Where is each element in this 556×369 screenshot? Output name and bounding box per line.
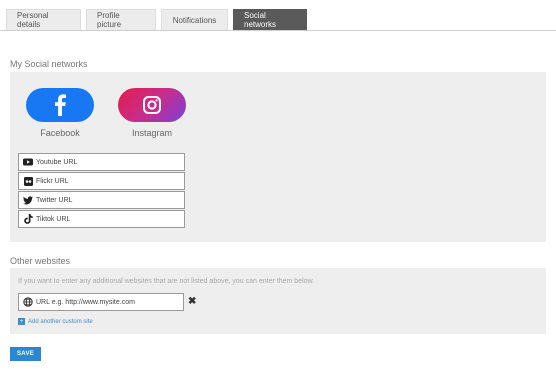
plus-icon: +: [18, 318, 25, 325]
youtube-icon: [23, 157, 33, 167]
tab-profile-picture[interactable]: Profile picture: [86, 9, 156, 31]
facebook-label: Facebook: [40, 128, 80, 138]
flickr-icon: [23, 176, 33, 186]
tab-divider: [0, 30, 556, 31]
tab-notifications[interactable]: Notifications: [161, 9, 228, 31]
youtube-url-field[interactable]: Youtube URL: [18, 153, 185, 171]
facebook-button[interactable]: [26, 88, 94, 122]
add-custom-site-label: Add another custom site: [28, 318, 93, 325]
remove-custom-site-icon[interactable]: ✖: [188, 296, 196, 307]
facebook-icon: [55, 94, 66, 116]
tiktok-icon: [23, 214, 33, 224]
twitter-url-field[interactable]: Twitter URL: [18, 191, 185, 209]
tab-social-networks[interactable]: Social networks: [233, 9, 307, 31]
flickr-url-placeholder: Flickr URL: [36, 177, 69, 185]
tiktok-url-field[interactable]: Tiktok URL: [18, 210, 185, 228]
twitter-icon: [23, 195, 33, 205]
custom-url-placeholder: URL e.g. http://www.mysite.com: [36, 298, 135, 306]
tab-personal-details[interactable]: Personal details: [6, 9, 81, 31]
instagram-icon: [143, 96, 161, 114]
social-section-title: My Social networks: [10, 59, 88, 69]
globe-icon: [23, 297, 33, 307]
instagram-label: Instagram: [131, 128, 173, 138]
tiktok-url-placeholder: Tiktok URL: [36, 215, 71, 223]
add-custom-site-link[interactable]: + Add another custom site: [18, 318, 93, 325]
other-websites-title: Other websites: [10, 256, 71, 266]
flickr-url-field[interactable]: Flickr URL: [18, 172, 185, 190]
youtube-url-placeholder: Youtube URL: [36, 158, 78, 166]
other-websites-panel: If you want to enter any additional webs…: [10, 268, 546, 334]
social-panel: Facebook Instagram Youtube URL Flickr UR…: [10, 72, 546, 242]
tab-bar: Personal details Profile picture Notific…: [6, 9, 307, 31]
instagram-button[interactable]: [118, 88, 186, 122]
twitter-url-placeholder: Twitter URL: [36, 196, 73, 204]
save-button[interactable]: SAVE: [10, 347, 41, 361]
custom-url-field[interactable]: URL e.g. http://www.mysite.com: [18, 293, 184, 311]
other-websites-hint: If you want to enter any additional webs…: [18, 278, 315, 285]
